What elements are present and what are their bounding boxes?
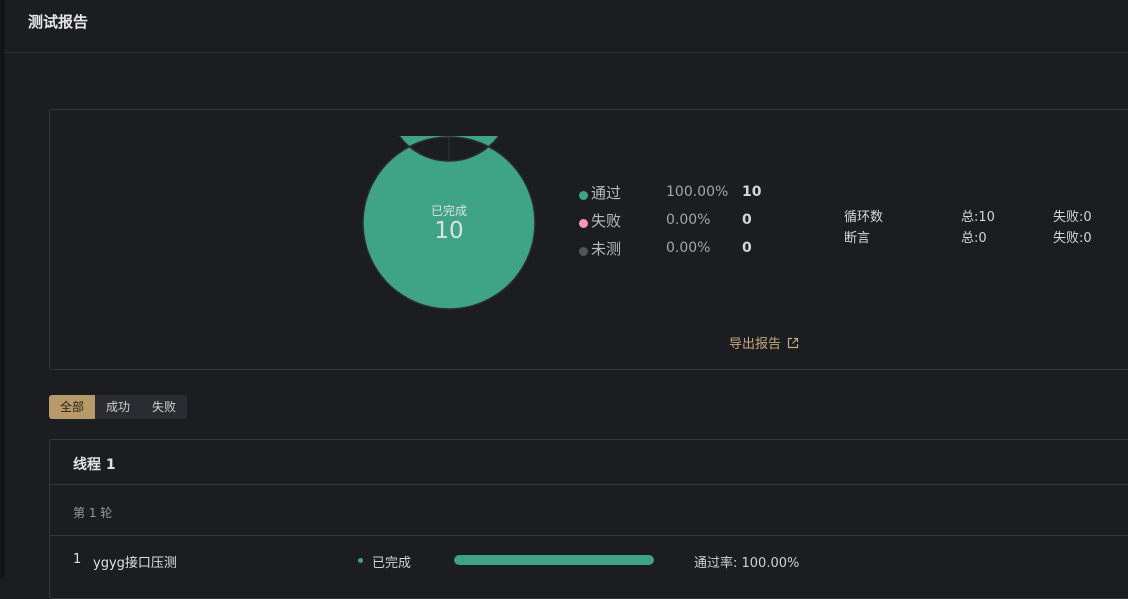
donut-label: 已完成 bbox=[430, 204, 467, 218]
legend-item-pass: 通过 100.00% 10 bbox=[579, 182, 779, 210]
donut-value: 10 bbox=[434, 218, 464, 244]
legend-pct: 0.00% bbox=[666, 212, 711, 228]
legend-dot-pass bbox=[579, 191, 588, 200]
filter-fail-button[interactable]: 失败 bbox=[141, 395, 187, 419]
progress-fill bbox=[454, 555, 654, 565]
thread-header[interactable]: 线程 1 bbox=[50, 440, 1128, 485]
thread-panel: 线程 1 第 1 轮 1 ygyg接口压测 已完成 通过率: 100.00% bbox=[49, 439, 1128, 599]
thread-name: 线程 1 bbox=[73, 457, 116, 473]
donut-chart: 已完成 10 bbox=[362, 36, 536, 310]
stats-row-loops: 循环数 总:10 失败:0 bbox=[844, 206, 1128, 227]
legend-name: 通过 bbox=[591, 184, 622, 202]
left-sidebar-strip bbox=[0, 0, 5, 579]
legend-count: 0 bbox=[742, 212, 752, 228]
legend-dot-fail bbox=[579, 219, 588, 228]
stats-fail: 失败:0 bbox=[1053, 231, 1092, 246]
legend-name: 未测 bbox=[591, 240, 622, 258]
export-report-label: 导出报告 bbox=[729, 337, 782, 352]
legend-item-fail: 失败 0.00% 0 bbox=[579, 210, 779, 238]
stats-row-assertions: 断言 总:0 失败:0 bbox=[844, 227, 1128, 248]
legend: 通过 100.00% 10 失败 0.00% 0 未测 0.00% 0 bbox=[579, 182, 779, 266]
legend-pct: 0.00% bbox=[666, 240, 711, 256]
item-status: 已完成 bbox=[372, 556, 412, 571]
stats-label: 断言 bbox=[844, 231, 871, 246]
stats-total: 总:0 bbox=[961, 231, 987, 246]
stats-fail: 失败:0 bbox=[1053, 210, 1092, 225]
round-label: 第 1 轮 bbox=[73, 506, 113, 520]
pass-rate: 通过率: 100.00% bbox=[694, 556, 800, 571]
donut-center: 已完成 10 bbox=[362, 136, 536, 310]
stats-table: 循环数 总:10 失败:0 断言 总:0 失败:0 bbox=[844, 206, 1128, 248]
filter-all-button[interactable]: 全部 bbox=[49, 395, 96, 419]
legend-pct: 100.00% bbox=[666, 184, 729, 200]
legend-name: 失败 bbox=[591, 212, 622, 230]
stats-label: 循环数 bbox=[844, 210, 884, 225]
status-dot-icon bbox=[358, 558, 363, 563]
legend-dot-untested bbox=[579, 247, 588, 256]
item-index: 1 bbox=[73, 552, 82, 567]
stats-total: 总:10 bbox=[961, 210, 995, 225]
export-report-button[interactable]: 导出报告 bbox=[729, 333, 799, 352]
filter-success-button[interactable]: 成功 bbox=[95, 395, 141, 419]
page-header: 测试报告 bbox=[5, 0, 1128, 53]
legend-count: 0 bbox=[742, 240, 752, 256]
progress-bar bbox=[454, 555, 654, 565]
legend-count: 10 bbox=[742, 184, 762, 200]
list-item[interactable]: 1 ygyg接口压测 已完成 通过率: 100.00% bbox=[50, 536, 1128, 596]
page-title: 测试报告 bbox=[28, 13, 89, 31]
item-name: ygyg接口压测 bbox=[93, 556, 177, 571]
external-link-icon bbox=[787, 337, 799, 348]
round-header[interactable]: 第 1 轮 bbox=[50, 485, 1128, 536]
summary-panel: 已完成 10 通过 100.00% 10 失败 0.00% 0 未测 0.00%… bbox=[49, 36, 1128, 370]
result-filter: 全部 成功 失败 bbox=[49, 395, 188, 419]
legend-item-untested: 未测 0.00% 0 bbox=[579, 238, 779, 266]
